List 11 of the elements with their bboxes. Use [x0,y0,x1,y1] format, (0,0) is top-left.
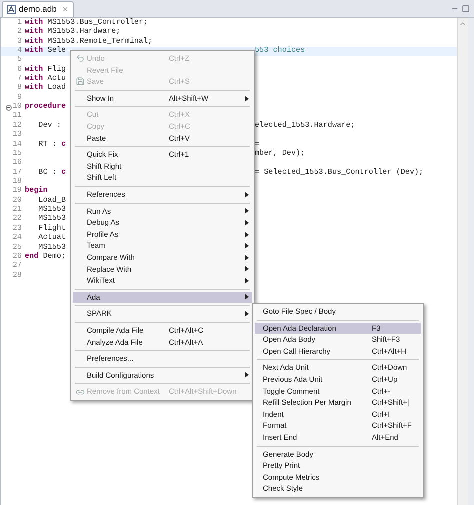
tab-title: demo.adb [19,3,57,16]
file-icon [7,5,16,14]
editor-tab[interactable]: demo.adb [2,1,74,17]
scrollbar[interactable] [457,18,468,505]
save-icon [76,77,84,86]
maximize-icon[interactable] [462,5,470,13]
close-icon[interactable] [62,6,69,13]
fold-icon[interactable] [6,104,12,111]
chain-icon [76,388,84,397]
scroll-up-icon[interactable] [459,20,467,28]
undo-icon [76,54,84,64]
